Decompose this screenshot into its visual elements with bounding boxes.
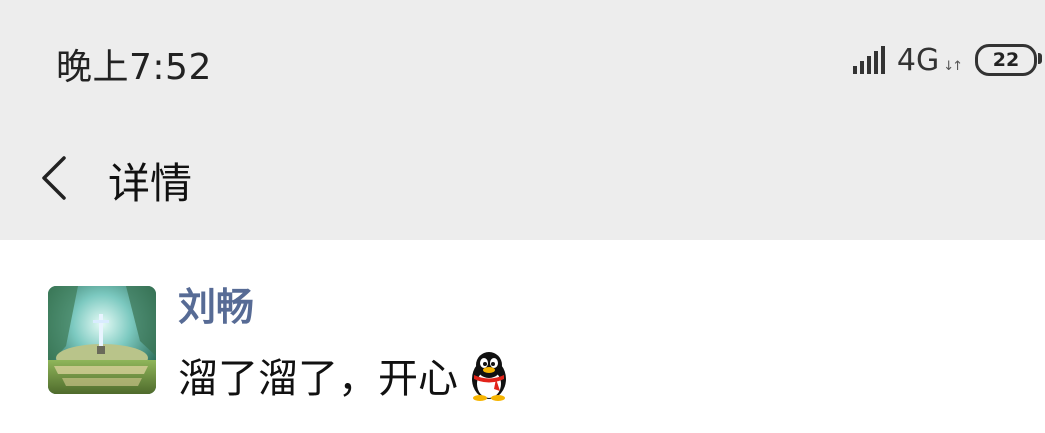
signal-icon — [850, 46, 885, 74]
chevron-left-icon[interactable] — [36, 148, 76, 208]
avatar[interactable] — [48, 286, 156, 394]
author-name[interactable]: 刘畅 — [178, 276, 254, 331]
qq-penguin-icon — [472, 352, 506, 401]
post-content: 溜了溜了，开心 — [178, 346, 512, 404]
status-bar: 晚上7:52 4G ↓↑ 22 — [0, 0, 1045, 120]
data-transfer-icon: ↓↑ — [943, 58, 963, 74]
nav-bar: 详情 — [0, 120, 1045, 240]
battery-icon: 22 — [975, 44, 1042, 76]
page-title: 详情 — [108, 159, 193, 208]
network-type: 4G — [896, 42, 940, 78]
battery-level: 22 — [992, 49, 1020, 71]
post-text: 溜了溜了，开心 — [178, 356, 458, 402]
status-indicators: 4G ↓↑ 22 — [850, 38, 1042, 82]
status-time: 晚上7:52 — [56, 47, 212, 88]
